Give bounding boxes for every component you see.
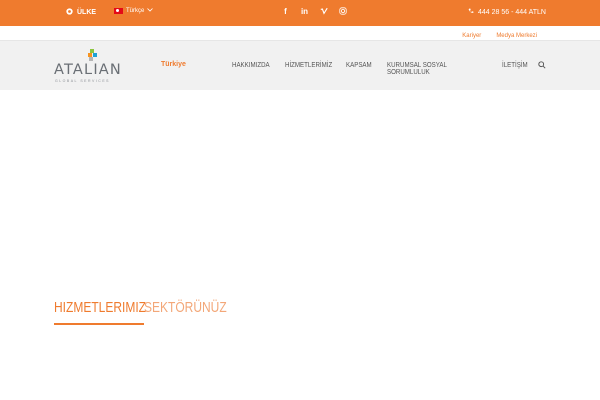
region-label: Türkiye: [161, 61, 186, 68]
language-selector[interactable]: Türkçe: [114, 8, 154, 14]
linkedin-icon[interactable]: in: [300, 7, 309, 17]
menu-item-contact[interactable]: İLETİŞİM: [502, 62, 534, 76]
phone-number: 444 28 56 - 444 ATLN: [478, 8, 546, 16]
logo-tagline: GLOBAL SERVICES: [55, 79, 110, 83]
menu-item-about[interactable]: HAKKIMIZDA: [232, 62, 279, 76]
careers-link[interactable]: Kariyer: [462, 33, 481, 39]
menu-item-services[interactable]: HİZMETLERİMİZ: [285, 62, 339, 76]
atalian-logo[interactable]: ATALIAN GLOBAL SERVICES: [54, 49, 124, 85]
menu-item-csr[interactable]: KURUMSAL SOSYAL SORUMLULUK: [387, 62, 488, 76]
top-bar: ÜLKE Türkçe f in v 444 28 56 - 444 ATLN: [0, 0, 600, 26]
country-selector[interactable]: ÜLKE: [66, 8, 96, 17]
secondary-nav: Kariyer Medya Merkezi: [462, 33, 537, 39]
phone-contact[interactable]: 444 28 56 - 444 ATLN: [468, 8, 546, 16]
instagram-icon[interactable]: [338, 7, 347, 17]
active-tab-indicator: [54, 323, 144, 325]
facebook-icon[interactable]: f: [281, 7, 290, 17]
media-center-link[interactable]: Medya Merkezi: [496, 33, 537, 39]
tab-sectors[interactable]: SEKTÖRÜNÜZ: [144, 299, 227, 325]
menu-item-scope[interactable]: KAPSAM: [346, 62, 382, 76]
logo-mark-icon: [88, 49, 97, 61]
search-icon[interactable]: [538, 61, 546, 69]
language-label: Türkçe: [126, 8, 145, 14]
globe-icon: [66, 8, 73, 17]
social-links: f in v: [281, 7, 347, 17]
phone-icon: [468, 8, 474, 16]
chevron-down-icon: [147, 8, 154, 14]
logo-name: ATALIAN: [54, 62, 122, 78]
content-tabs: HIZMETLERIMIZ SEKTÖRÜNÜZ: [54, 299, 247, 325]
vimeo-icon-glyph[interactable]: [319, 7, 328, 17]
main-header: ATALIAN GLOBAL SERVICES Türkiye HAKKIMIZ…: [0, 40, 600, 90]
turkey-flag-icon: [114, 8, 123, 14]
tab-services[interactable]: HIZMETLERIMIZ: [54, 299, 146, 325]
main-menu: HAKKIMIZDA HİZMETLERİMİZ KAPSAM KURUMSAL…: [232, 62, 538, 76]
country-label: ÜLKE: [77, 9, 97, 16]
